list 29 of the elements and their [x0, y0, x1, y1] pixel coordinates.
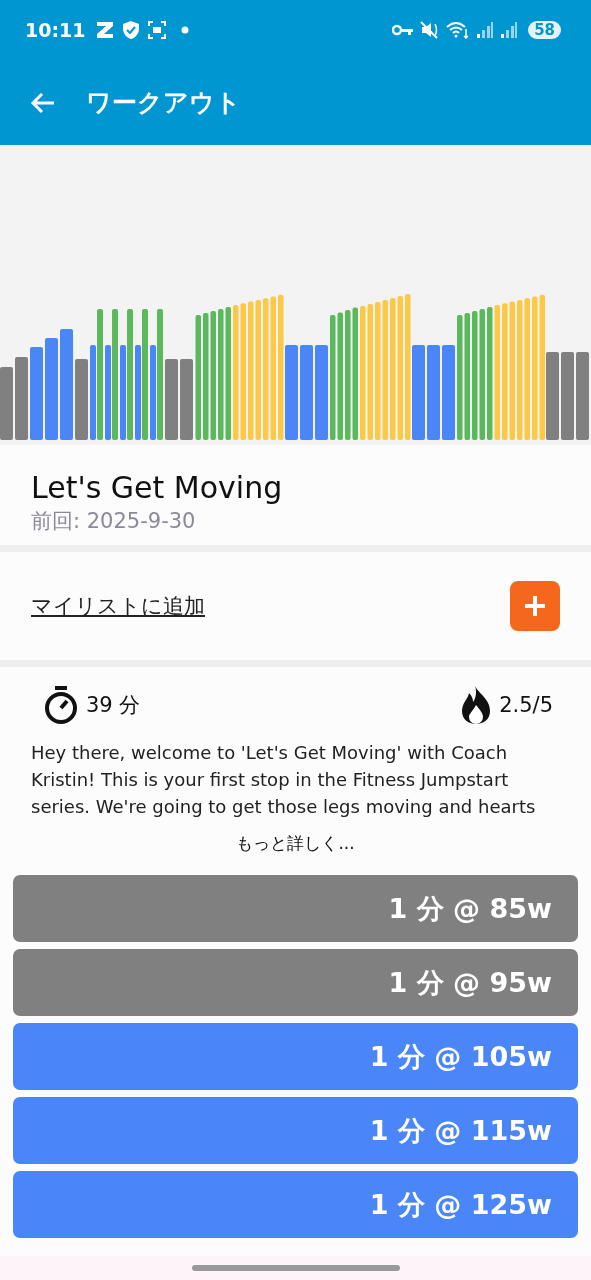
stopwatch-icon	[44, 685, 78, 725]
plus-icon	[523, 594, 547, 618]
workout-title: Let's Get Moving	[31, 470, 284, 505]
intensity-rating: 2.5/5	[499, 693, 553, 717]
back-arrow-icon[interactable]	[30, 90, 56, 115]
screenshot-icon	[147, 20, 168, 40]
interval-bar[interactable]: 1 分 @ 95w	[13, 949, 578, 1016]
add-to-my-list-link[interactable]: マイリストに追加	[31, 592, 205, 620]
last-workout-date: 前回: 2025-9-30	[31, 508, 197, 535]
interval-bar[interactable]: 1 分 @ 115w	[13, 1097, 578, 1164]
interval-bar[interactable]: 1 分 @ 105w	[13, 1023, 578, 1090]
signal-icon	[500, 21, 519, 39]
key-icon	[392, 23, 415, 37]
duration-text: 39 分	[86, 692, 141, 719]
screen-title: ワークアウト	[86, 87, 241, 119]
shield-icon	[121, 20, 142, 40]
status-time: 10:11	[25, 19, 86, 41]
gesture-handle[interactable]	[191, 1265, 400, 1271]
read-more-link[interactable]: もっと詳しく...	[236, 832, 355, 855]
app-logo-icon	[95, 20, 116, 40]
notification-dot-icon	[181, 26, 190, 34]
workout-description: Hey there, welcome to 'Let's Get Moving' with Coach Kristin! This is your first stop in the Fitness Jumpstart series. We're going to get those legs moving and hearts	[31, 741, 537, 819]
battery-level: 58	[528, 21, 561, 39]
flame-icon	[461, 685, 492, 725]
signal-icon	[476, 21, 495, 39]
add-button[interactable]	[510, 581, 560, 631]
wifi-icon	[446, 21, 471, 39]
interval-bar[interactable]: 1 分 @ 125w	[13, 1171, 578, 1238]
interval-bar[interactable]: 1 分 @ 85w	[13, 875, 578, 942]
